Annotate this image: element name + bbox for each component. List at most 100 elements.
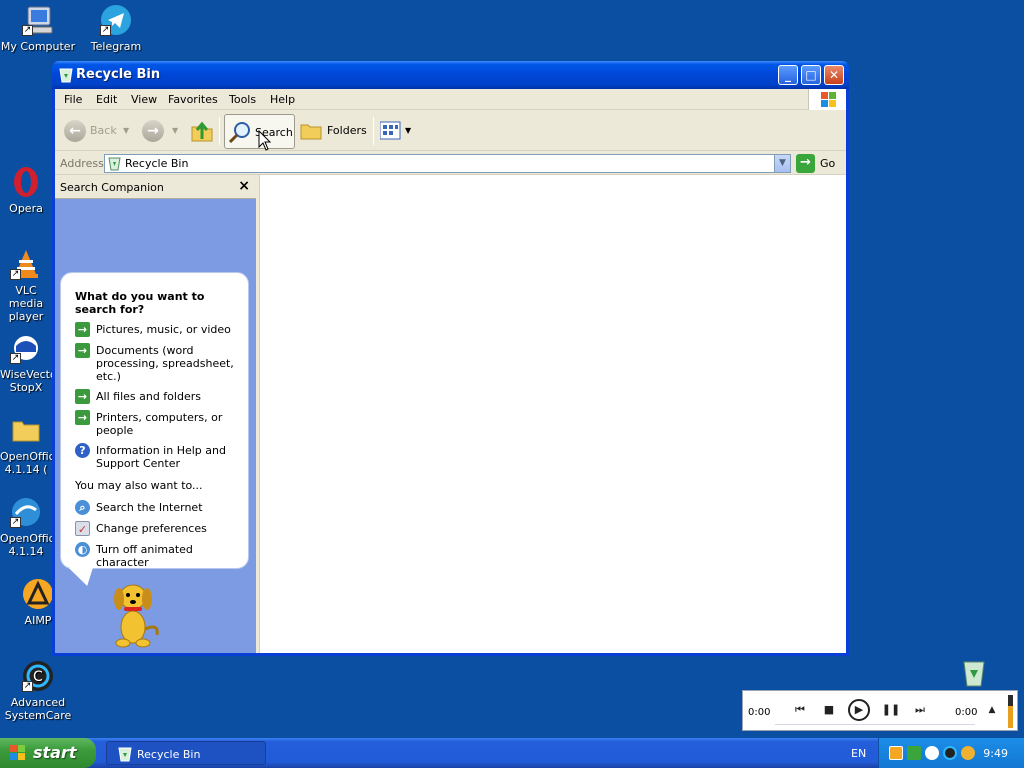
desktop-icon-my-computer[interactable]: ↗ My Computer: [0, 4, 76, 53]
pause-icon[interactable]: ❚❚: [880, 699, 902, 721]
desktop-icon-label: OpenOffice 4.1.14 (: [0, 450, 52, 476]
my-computer-icon: ↗: [22, 4, 54, 36]
search-dog-character-icon[interactable]: [105, 577, 167, 649]
toolbar-separator: [219, 117, 220, 145]
go-arrow-icon: →: [796, 154, 815, 173]
taskbar-button-recycle-bin[interactable]: Recycle Bin: [106, 741, 266, 765]
back-button[interactable]: Back: [90, 115, 117, 147]
desktop-icon-telegram[interactable]: ↗ Telegram: [78, 4, 154, 53]
option-label: Change preferences: [96, 522, 207, 535]
address-dropdown-icon[interactable]: ▼: [774, 155, 790, 172]
also-header: You may also want to...: [75, 479, 203, 492]
menu-view[interactable]: View: [131, 93, 157, 106]
desktop-icon-openoffice-folder[interactable]: OpenOffice 4.1.14 (: [0, 414, 52, 476]
network-tray-icon[interactable]: [907, 746, 921, 760]
toolbar-separator: [373, 117, 374, 145]
option-label: Information in Help and Support Center: [96, 444, 226, 470]
menu-file[interactable]: File: [64, 93, 82, 106]
address-field[interactable]: Recycle Bin ▼: [104, 154, 791, 173]
views-icon[interactable]: [379, 121, 402, 141]
folders-icon[interactable]: [300, 120, 322, 140]
toolbar: ← Back ▼ → ▼ Search Folders ▼: [55, 111, 846, 151]
close-button[interactable]: ✕: [824, 65, 844, 85]
desktop-icon-label: Telegram: [90, 40, 142, 53]
taskbar: start Recycle Bin EN 9:49: [0, 738, 1024, 768]
address-label: Address: [60, 157, 104, 170]
desktop-icon-advanced-systemcare[interactable]: C ↗ Advanced SystemCare: [0, 660, 76, 722]
search-magnifier-icon: [228, 121, 252, 144]
green-arrow-icon: →: [75, 410, 90, 425]
preferences-checklist-icon: ✓: [75, 521, 90, 536]
desktop-icon-opera[interactable]: Opera: [0, 166, 52, 215]
folder-icon: [10, 414, 42, 446]
forward-dropdown-icon[interactable]: ▼: [172, 115, 178, 147]
recycle-bin-icon: [117, 746, 133, 762]
recycle-bin-icon: [107, 156, 122, 171]
address-bar: Address Recycle Bin ▼ → Go: [55, 152, 846, 175]
menu-tools[interactable]: Tools: [229, 93, 256, 106]
expand-up-icon[interactable]: ▲: [981, 699, 1003, 721]
next-track-icon[interactable]: ⏭: [909, 699, 931, 721]
svg-text:C: C: [33, 669, 43, 685]
help-question-icon: ?: [75, 443, 90, 458]
wisevector-icon: ↗: [10, 332, 42, 364]
globe-search-icon: ⌕: [75, 500, 90, 515]
previous-track-icon[interactable]: ⏮: [789, 699, 811, 721]
menu-edit[interactable]: Edit: [96, 93, 117, 106]
telegram-icon: ↗: [100, 4, 132, 36]
menu-favorites[interactable]: Favorites: [168, 93, 218, 106]
desktop-icon-vlc[interactable]: ↗ VLC media player: [0, 248, 52, 323]
search-question: What do you want to search for?: [75, 290, 205, 316]
seek-bar[interactable]: [775, 724, 975, 725]
windows-logo-icon: [808, 89, 846, 110]
green-arrow-icon: →: [75, 389, 90, 404]
green-arrow-icon: →: [75, 343, 90, 358]
back-arrow-icon[interactable]: ←: [64, 120, 86, 142]
advanced-systemcare-icon: C ↗: [22, 660, 54, 692]
total-time: 0:00: [955, 707, 978, 718]
mouse-cursor-icon: [258, 129, 272, 152]
file-list-area[interactable]: [259, 175, 846, 653]
elapsed-time: 0:00: [748, 707, 771, 718]
advanced-systemcare-tray-icon[interactable]: [943, 746, 957, 760]
menu-help[interactable]: Help: [270, 93, 295, 106]
desktop-icon-openoffice[interactable]: ↗ OpenOffice 4.1.14: [0, 496, 52, 558]
play-icon[interactable]: ▶: [848, 699, 870, 721]
mini-media-player: 0:00 ⏮ ■ ▶ ❚❚ ⏭ 0:00 ▲: [742, 690, 1018, 731]
recycle-bin-window: Recycle Bin _ □ ✕ File Edit View Favorit…: [52, 61, 849, 656]
back-dropdown-icon[interactable]: ▼: [123, 115, 129, 147]
window-client: File Edit View Favorites Tools Help ← Ba…: [55, 89, 846, 653]
search-tray-icon[interactable]: [961, 746, 975, 760]
desktop-icon-label: OpenOffice 4.1.14: [0, 532, 52, 558]
desktop-icon-wisevector[interactable]: ↗ WiseVector StopX: [0, 332, 52, 394]
menu-bar: File Edit View Favorites Tools Help: [55, 89, 846, 110]
minimize-button[interactable]: _: [778, 65, 798, 85]
maximize-button[interactable]: □: [801, 65, 821, 85]
recycle-bin-desktop-icon[interactable]: [958, 656, 990, 688]
recycle-bin-icon: [58, 67, 74, 83]
go-button[interactable]: → Go: [796, 154, 844, 173]
vlc-icon: ↗: [10, 248, 42, 280]
option-label: Printers, computers, or people: [96, 411, 223, 437]
system-tray: 9:49: [878, 738, 1024, 768]
desktop-icon-label: WiseVector StopX: [0, 368, 52, 394]
wisevector-tray-icon[interactable]: [925, 746, 939, 760]
forward-arrow-icon[interactable]: →: [142, 120, 164, 142]
search-companion-pane: Search Companion × What do you want to s…: [55, 175, 256, 653]
option-label: Pictures, music, or video: [96, 323, 231, 336]
title-bar[interactable]: Recycle Bin _ □ ✕: [52, 61, 849, 89]
folders-button[interactable]: Folders: [327, 115, 367, 147]
green-arrow-icon: →: [75, 322, 90, 337]
aimp-icon: [22, 578, 54, 610]
close-pane-icon[interactable]: ×: [238, 178, 250, 194]
up-folder-icon[interactable]: [190, 119, 214, 143]
stop-icon[interactable]: ■: [818, 699, 840, 721]
aimp-tray-icon[interactable]: [889, 746, 903, 760]
start-button[interactable]: start: [0, 738, 96, 768]
volume-slider[interactable]: [1008, 695, 1013, 728]
language-indicator[interactable]: EN: [851, 747, 866, 760]
task-label: Recycle Bin: [137, 748, 201, 761]
opera-icon: [10, 166, 42, 198]
search-bubble: What do you want to search for? → Pictur…: [60, 272, 249, 569]
views-dropdown-icon[interactable]: ▼: [405, 115, 411, 147]
